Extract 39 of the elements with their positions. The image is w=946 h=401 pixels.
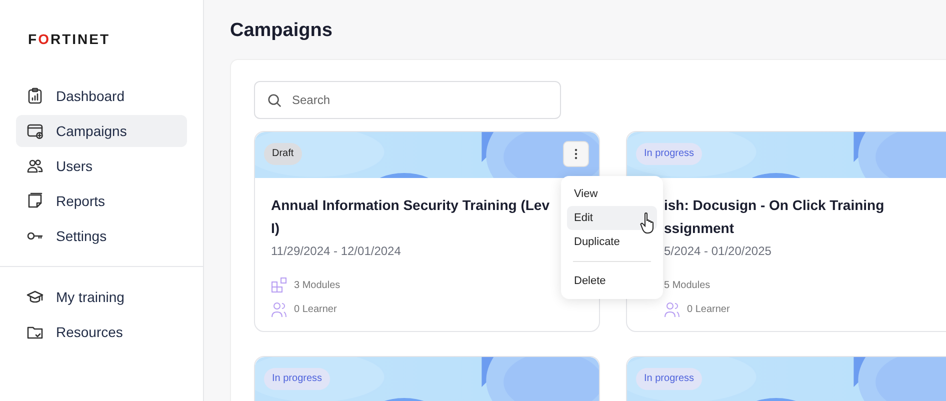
campaign-card[interactable]: In progress ish: Docusign - On Click Training ssignment 5/2024 - 01/20/2025 5 Modules 0 Learner bbox=[626, 131, 946, 332]
users-icon bbox=[664, 301, 680, 317]
users-icon bbox=[271, 301, 287, 317]
card-title: ish: Docusign - On Click Training bbox=[664, 196, 884, 215]
nav-item[interactable]: Resources bbox=[16, 316, 187, 348]
kebab-icon bbox=[574, 148, 578, 160]
modules-count: 5 Modules bbox=[664, 280, 710, 290]
search-input[interactable]: Search bbox=[290, 92, 548, 108]
menu-item[interactable]: Edit bbox=[567, 206, 657, 230]
card-title: I) bbox=[271, 219, 280, 238]
status-badge: In progress bbox=[636, 368, 702, 390]
nav-item[interactable]: Settings bbox=[16, 220, 187, 252]
modules-icon bbox=[271, 277, 287, 293]
logo: FORTINET bbox=[28, 30, 110, 48]
learner-count: 0 Learner bbox=[294, 304, 337, 314]
status-badge: In progress bbox=[636, 143, 702, 165]
nav-item[interactable]: My training bbox=[16, 281, 187, 313]
date-range: 5/2024 - 01/20/2025 bbox=[664, 244, 772, 258]
card-title: ssignment bbox=[664, 219, 734, 238]
learner-count: 0 Learner bbox=[687, 304, 730, 314]
page-title: Campaigns bbox=[230, 20, 332, 42]
search-icon bbox=[267, 92, 282, 108]
modules-count: 3 Modules bbox=[294, 280, 340, 290]
nav-item[interactable]: Dashboard bbox=[16, 80, 187, 112]
card-title: Annual Information Security Training (Lev bbox=[271, 196, 550, 215]
date-range: 11/29/2024 - 12/01/2024 bbox=[271, 244, 401, 258]
campaign-card[interactable]: In progress bbox=[254, 356, 600, 401]
users-icon bbox=[26, 157, 44, 175]
campaigns-icon bbox=[26, 122, 44, 140]
more-button[interactable] bbox=[563, 141, 589, 167]
status-badge: In progress bbox=[264, 368, 330, 390]
campaign-card[interactable]: In progress bbox=[626, 356, 946, 401]
reports-icon bbox=[26, 192, 44, 210]
hand-cursor-icon bbox=[640, 212, 656, 234]
search-field[interactable]: Search bbox=[254, 81, 561, 119]
dashboard-icon bbox=[26, 87, 44, 105]
nav-item[interactable]: Campaigns bbox=[16, 115, 187, 147]
nav-item[interactable]: Users bbox=[16, 150, 187, 182]
nav-item[interactable]: Reports bbox=[16, 185, 187, 217]
